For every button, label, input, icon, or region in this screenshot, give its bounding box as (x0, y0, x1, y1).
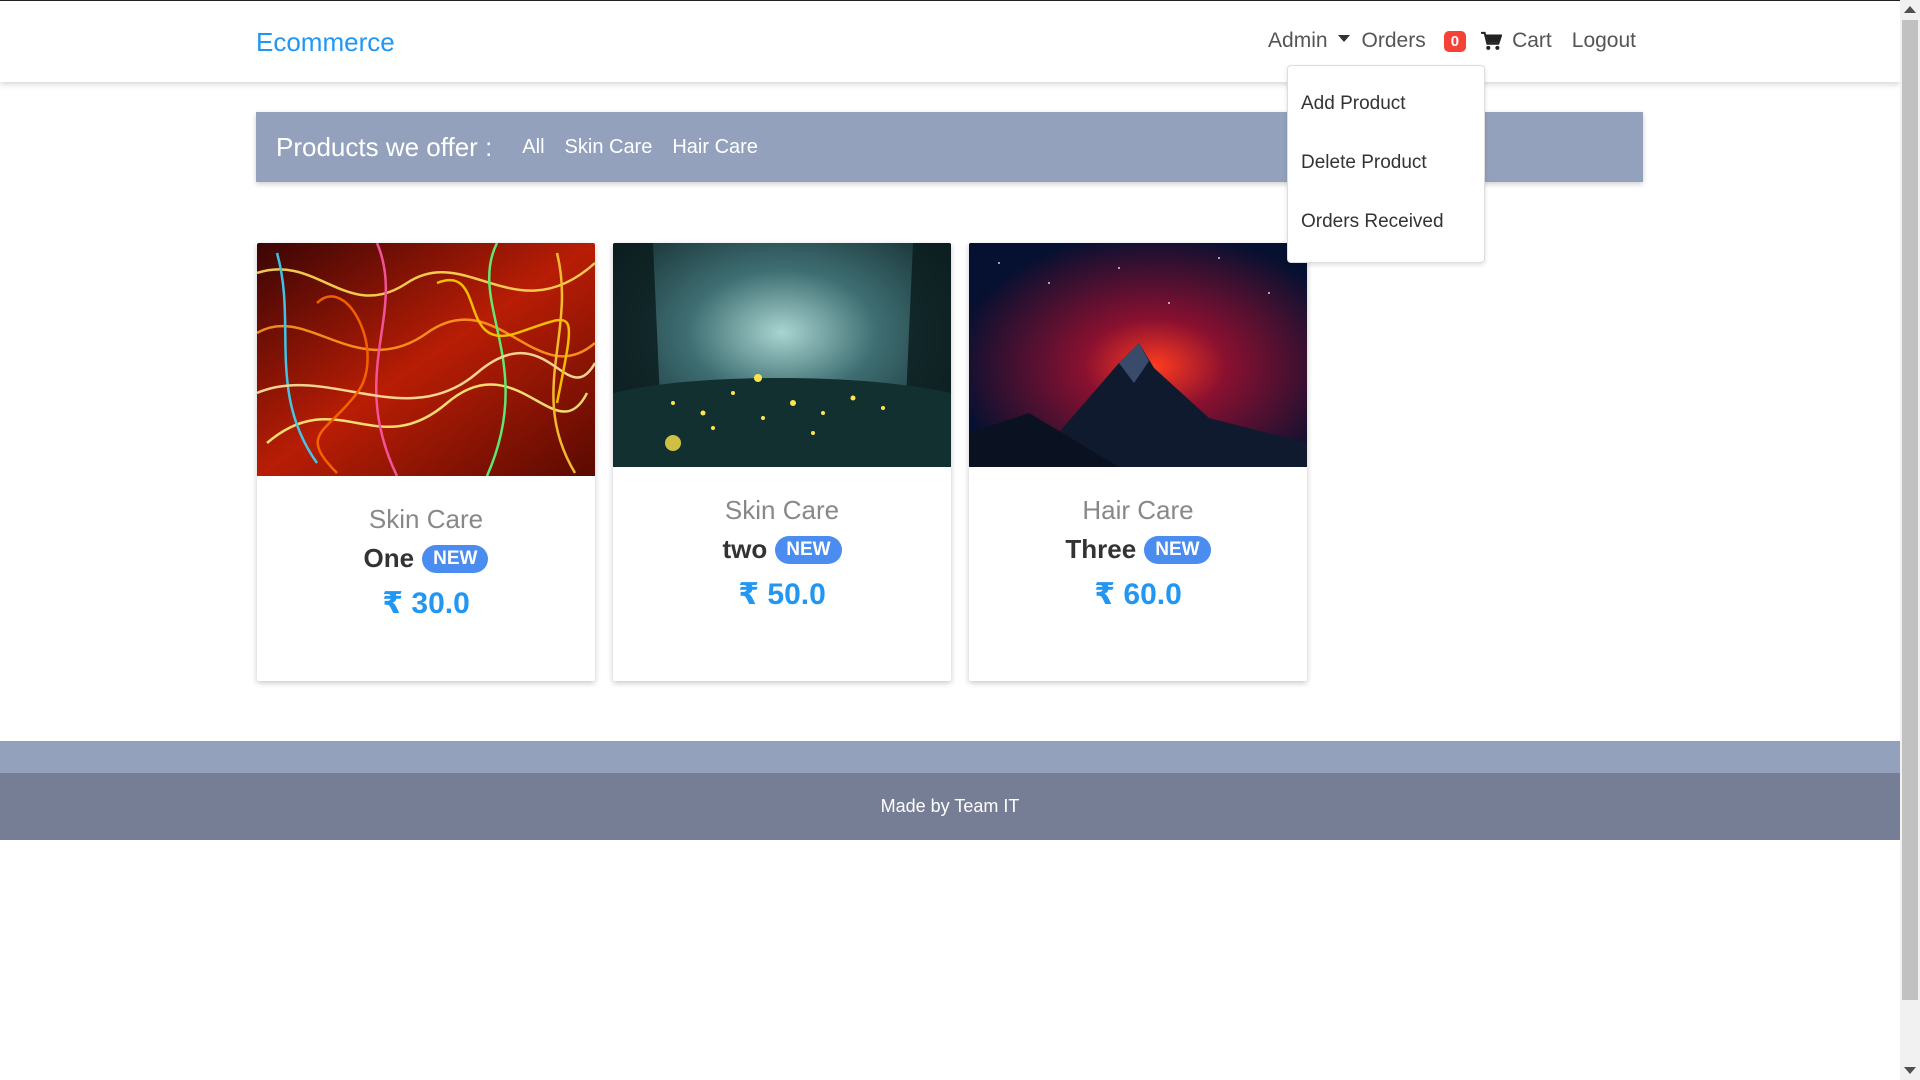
product-card[interactable]: Skin Care two NEW ₹ 50.0 (613, 243, 951, 681)
orders-received-item[interactable]: Orders Received (1288, 192, 1484, 251)
filter-all-link[interactable]: All (522, 136, 544, 159)
orders-count-badge: 0 (1443, 30, 1467, 52)
filter-hair-care-link[interactable]: Hair Care (672, 136, 758, 159)
product-card[interactable]: Hair Care Three NEW ₹ 60.0 (969, 243, 1307, 681)
brand-link[interactable]: Ecommerce (256, 27, 395, 58)
vertical-scrollbar[interactable] (1900, 0, 1920, 1080)
scrollbar-thumb[interactable] (1902, 20, 1918, 1000)
filter-title: Products we offer : (276, 131, 493, 162)
product-title: One NEW (257, 543, 595, 574)
new-badge: NEW (775, 535, 842, 564)
product-price: ₹ 50.0 (738, 578, 826, 611)
product-card[interactable]: Skin Care One NEW ₹ 30.0 (257, 243, 595, 681)
orders-link[interactable]: Orders (1362, 29, 1426, 53)
filter-skin-care-link[interactable]: Skin Care (565, 136, 653, 159)
logout-link[interactable]: Logout (1572, 29, 1636, 53)
scroll-up-arrow-icon[interactable] (1904, 6, 1916, 13)
cart-link[interactable]: Cart (1512, 29, 1552, 53)
product-price: ₹ 30.0 (382, 587, 470, 620)
shopping-cart-icon (1481, 31, 1503, 50)
nav-links: Admin Orders 0 Cart Logout (1268, 29, 1636, 53)
delete-product-item[interactable]: Delete Product (1288, 133, 1484, 192)
product-image-forest-fireflies (613, 243, 951, 467)
product-title: two NEW (613, 534, 951, 565)
product-category: Skin Care (724, 495, 840, 525)
footer-top-band (0, 741, 1900, 773)
product-image-mountain-aurora (969, 243, 1307, 467)
product-category: Skin Care (368, 504, 484, 534)
caret-down-icon (1337, 34, 1350, 42)
footer: Made by Team IT (0, 773, 1900, 840)
navbar: Ecommerce Admin Orders 0 Cart Logout (0, 1, 1900, 82)
add-product-item[interactable]: Add Product (1288, 74, 1484, 133)
product-category: Hair Care (1082, 495, 1194, 525)
product-name: One (363, 543, 415, 573)
product-name: two (722, 534, 768, 564)
scroll-down-arrow-icon[interactable] (1904, 1067, 1916, 1074)
new-badge: NEW (1144, 535, 1211, 564)
footer-text: Made by Team IT (880, 796, 1020, 816)
admin-label: Admin (1268, 29, 1328, 52)
product-name: Three (1065, 534, 1137, 564)
new-badge: NEW (422, 544, 489, 573)
product-image-light-trails (257, 243, 595, 476)
admin-dropdown-menu: Add Product Delete Product Orders Receiv… (1287, 65, 1485, 263)
page-viewport: Ecommerce Admin Orders 0 Cart Logout Add… (0, 0, 1900, 1080)
admin-dropdown-toggle[interactable]: Admin (1268, 29, 1350, 53)
product-price: ₹ 60.0 (1094, 578, 1182, 611)
product-title: Three NEW (969, 534, 1307, 565)
